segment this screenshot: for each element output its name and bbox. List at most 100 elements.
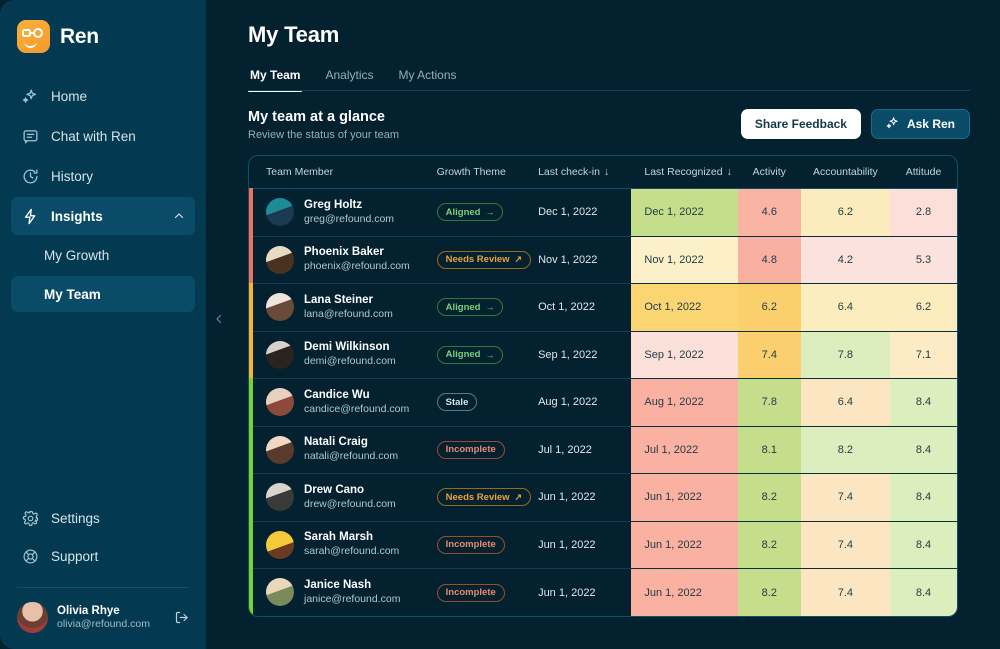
cell-attitude: 6.2: [890, 284, 957, 332]
table-row[interactable]: Natali Craignatali@refound.comIncomplete…: [249, 426, 957, 474]
cell-last-checkin: Sep 1, 2022: [538, 331, 631, 379]
chevron-up-icon[interactable]: [173, 210, 185, 222]
tab-my-team[interactable]: My Team: [248, 68, 302, 91]
column-activity[interactable]: Activity: [738, 156, 801, 189]
arrow-icon: →: [485, 350, 494, 360]
cell-team-member: Greg Holtzgreg@refound.com: [249, 189, 437, 237]
member-name: Greg Holtz: [304, 198, 394, 213]
avatar: [266, 198, 294, 226]
avatar: [266, 436, 294, 464]
section-subtitle: Review the status of your team: [248, 129, 399, 141]
arrow-icon: ↗: [515, 254, 523, 265]
table-row[interactable]: Sarah Marshsarah@refound.comIncompleteJu…: [249, 521, 957, 569]
cell-attitude: 8.4: [890, 426, 957, 474]
sidebar-item-support[interactable]: Support: [11, 537, 195, 575]
status-badge[interactable]: Incomplete: [437, 536, 505, 554]
ask-ren-button[interactable]: Ask Ren: [871, 109, 970, 139]
insights-subnav: My Growth My Team: [0, 237, 206, 312]
status-badge[interactable]: Aligned→: [437, 298, 504, 316]
avatar: [266, 246, 294, 274]
brand-name: Ren: [60, 25, 99, 49]
arrow-down-icon: ↓: [727, 166, 732, 178]
cell-activity: 4.8: [738, 236, 801, 284]
sidebar-item-insights[interactable]: Insights: [11, 197, 195, 235]
column-last-checkin[interactable]: Last check-in↓: [538, 156, 631, 189]
member-email: lana@refound.com: [304, 308, 393, 322]
member-name: Demi Wilkinson: [304, 340, 396, 355]
sidebar-item-label: Settings: [51, 511, 100, 526]
cell-last-recognized: Jul 1, 2022: [631, 426, 738, 474]
cell-last-checkin: Jun 1, 2022: [538, 474, 631, 522]
status-badge[interactable]: Incomplete: [437, 584, 505, 602]
table-row[interactable]: Demi Wilkinsondemi@refound.comAligned→ Se…: [249, 331, 957, 379]
cell-team-member: Natali Craignatali@refound.com: [249, 426, 437, 474]
status-badge[interactable]: Aligned→: [437, 346, 504, 364]
status-indicator-bar: [249, 236, 253, 285]
sidebar-item-settings[interactable]: Settings: [11, 499, 195, 537]
status-badge[interactable]: Needs Review↗: [437, 251, 531, 269]
cell-growth-theme: Needs Review↗: [437, 474, 538, 522]
status-badge[interactable]: Stale: [437, 393, 478, 411]
table-row[interactable]: Candice Wucandice@refound.comStale Aug 1,…: [249, 379, 957, 427]
cell-growth-theme: Aligned→: [437, 284, 538, 332]
brand[interactable]: Ren: [0, 0, 206, 53]
cell-team-member: Candice Wucandice@refound.com: [249, 379, 437, 427]
avatar: [266, 531, 294, 559]
cell-attitude: 8.4: [890, 521, 957, 569]
member-email: sarah@refound.com: [304, 545, 399, 559]
cell-team-member: Lana Steinerlana@refound.com: [249, 284, 437, 332]
cell-activity: 8.2: [738, 474, 801, 522]
table-row[interactable]: Greg Holtzgreg@refound.comAligned→Dec 1,…: [249, 189, 957, 237]
user-name: Olivia Rhye: [57, 604, 150, 618]
sidebar-item-chat-with-ren[interactable]: Chat with Ren: [11, 117, 195, 155]
status-badge[interactable]: Needs Review↗: [437, 488, 531, 506]
section-title: My team at a glance: [248, 109, 399, 125]
logout-icon[interactable]: [174, 610, 189, 625]
table-row[interactable]: Phoenix Bakerphoenix@refound.comNeeds Re…: [249, 236, 957, 284]
column-last-recognized[interactable]: Last Recognized↓: [631, 156, 738, 189]
cell-team-member: Demi Wilkinsondemi@refound.com: [249, 331, 437, 379]
column-attitude[interactable]: Attitude: [890, 156, 957, 189]
cell-last-checkin: Dec 1, 2022: [538, 189, 631, 237]
column-accountability[interactable]: Accountability: [801, 156, 890, 189]
share-feedback-button[interactable]: Share Feedback: [741, 109, 861, 139]
status-indicator-bar: [249, 473, 253, 522]
column-team-member[interactable]: Team Member: [249, 156, 437, 189]
avatar: [266, 483, 294, 511]
table-row[interactable]: Janice Nashjanice@refound.comIncompleteJ…: [249, 569, 957, 617]
sidebar-collapse-button[interactable]: [206, 305, 232, 333]
status-badge[interactable]: Incomplete: [437, 441, 505, 459]
arrow-down-icon: ↓: [604, 166, 609, 178]
app-root: Ren Home Chat with Ren: [0, 0, 1000, 649]
status-indicator-bar: [249, 568, 253, 617]
sidebar-item-my-growth[interactable]: My Growth: [11, 237, 195, 273]
cell-accountability: 7.8: [801, 331, 890, 379]
cell-growth-theme: Needs Review↗: [437, 236, 538, 284]
table-row[interactable]: Drew Canodrew@refound.comNeeds Review↗Ju…: [249, 474, 957, 522]
cell-team-member: Janice Nashjanice@refound.com: [249, 569, 437, 617]
sidebar-item-home[interactable]: Home: [11, 77, 195, 115]
cell-activity: 7.8: [738, 379, 801, 427]
sidebar-item-history[interactable]: History: [11, 157, 195, 195]
column-growth-theme[interactable]: Growth Theme: [437, 156, 538, 189]
sidebar-item-my-team[interactable]: My Team: [11, 276, 195, 312]
tab-my-actions[interactable]: My Actions: [397, 68, 459, 91]
tab-analytics[interactable]: Analytics: [323, 68, 375, 91]
sidebar-item-label: History: [51, 169, 93, 184]
status-indicator-bar: [249, 521, 253, 570]
cell-attitude: 5.3: [890, 236, 957, 284]
status-indicator-bar: [249, 426, 253, 475]
sparkle-icon: [21, 87, 39, 105]
cell-last-checkin: Oct 1, 2022: [538, 284, 631, 332]
status-badge[interactable]: Aligned→: [437, 203, 504, 221]
status-indicator-bar: [249, 331, 253, 380]
clock-icon: [21, 167, 39, 185]
member-email: greg@refound.com: [304, 213, 394, 227]
cell-team-member: Sarah Marshsarah@refound.com: [249, 521, 437, 569]
table-row[interactable]: Lana Steinerlana@refound.comAligned→ Oct …: [249, 284, 957, 332]
sidebar-user[interactable]: Olivia Rhye olivia@refound.com: [11, 588, 195, 633]
status-indicator-bar: [249, 283, 253, 332]
cell-last-recognized: Aug 1, 2022: [631, 379, 738, 427]
cell-activity: 6.2: [738, 284, 801, 332]
member-name: Candice Wu: [304, 388, 409, 403]
